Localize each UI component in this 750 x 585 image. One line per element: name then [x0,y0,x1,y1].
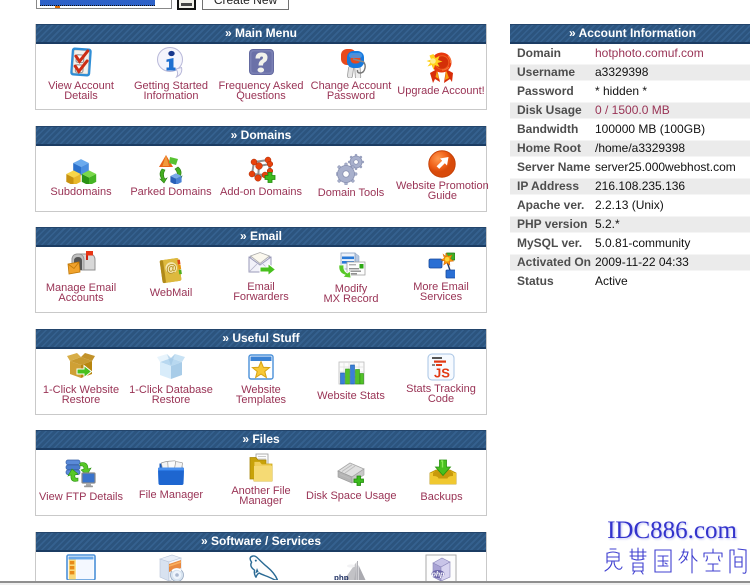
svg-text:@: @ [165,262,178,275]
svg-text:JS: JS [434,365,450,380]
svg-text:php: php [431,572,446,579]
svg-text:php: php [334,574,349,581]
